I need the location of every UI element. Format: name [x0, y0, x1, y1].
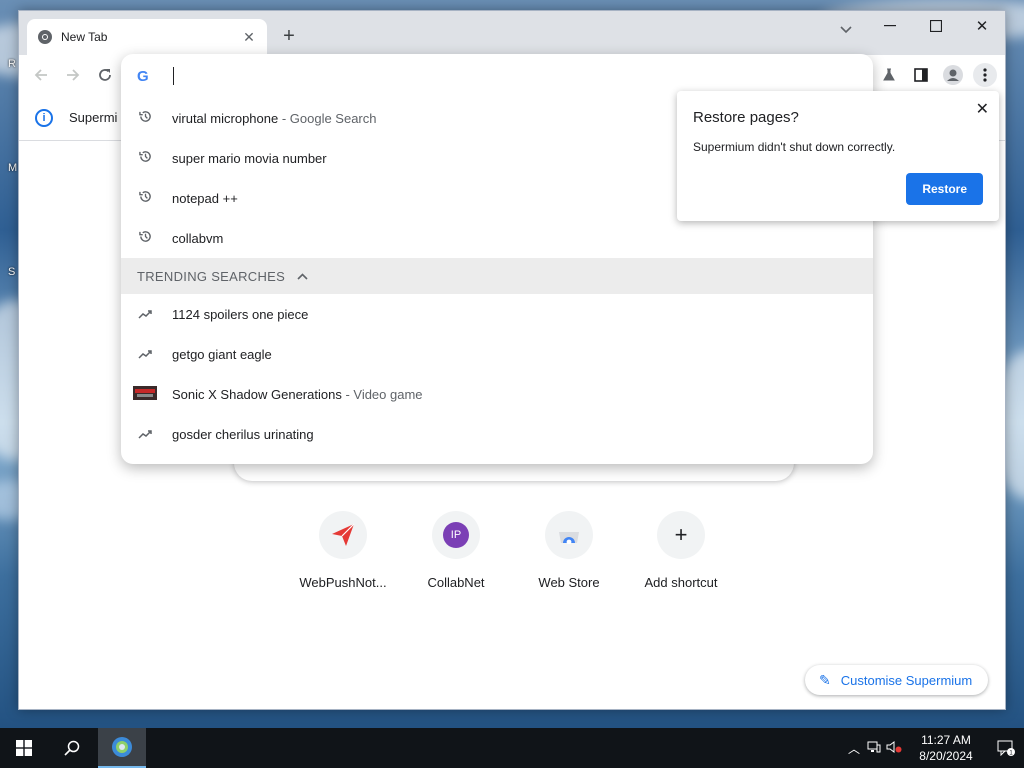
trending-row[interactable]: gosder cherilus urinating: [121, 414, 873, 454]
history-icon: [137, 110, 153, 126]
suggestion-text: getgo giant eagle: [172, 346, 272, 362]
info-icon: i: [35, 108, 53, 127]
suggestion-text: Sonic X Shadow Generations - Video game: [172, 386, 423, 402]
trending-icon: [137, 307, 153, 322]
notification-center-icon[interactable]: 1: [988, 728, 1024, 768]
browser-window: New Tab ✕ + ✕ i Supermi WebPushNot... IP…: [18, 10, 1006, 710]
back-button[interactable]: [29, 63, 53, 87]
ip-badge: IP: [443, 522, 469, 548]
desktop-icon-label[interactable]: S: [8, 266, 15, 278]
shortcut-label: WebPushNot...: [299, 575, 387, 590]
windows-start-icon[interactable]: [0, 728, 48, 768]
restore-message: Supermium didn't shut down correctly.: [693, 140, 896, 154]
menu-kebab-icon[interactable]: [973, 63, 997, 87]
game-thumbnail: [133, 385, 157, 403]
side-panel-icon[interactable]: [909, 63, 933, 87]
infobar-text: Supermi: [69, 110, 118, 125]
history-icon: [137, 190, 153, 206]
shortcut-tile: +: [657, 511, 705, 559]
title-bar: New Tab ✕ + ✕: [19, 11, 1005, 55]
history-icon: [137, 150, 153, 166]
trending-icon: [137, 347, 153, 362]
paper-plane-icon: [332, 523, 355, 546]
text-caret: [173, 67, 174, 85]
volume-muted-icon[interactable]: [884, 740, 904, 756]
clock-time: 11:27 AM: [921, 733, 971, 747]
trending-header-label: TRENDING SEARCHES: [137, 268, 286, 284]
tab-search-chevron-icon[interactable]: [831, 17, 861, 43]
tab-new-tab[interactable]: New Tab ✕: [27, 19, 267, 55]
clock-date: 8/20/2024: [919, 749, 973, 763]
restore-pages-popup: Restore pages? Supermium didn't shut dow…: [677, 91, 999, 221]
customise-label: Customise Supermium: [840, 672, 973, 688]
tab-title: New Tab: [61, 30, 108, 44]
chevron-up-icon[interactable]: ︿: [844, 740, 864, 757]
customise-button[interactable]: ✎ Customise Supermium: [805, 665, 989, 695]
trending-row[interactable]: 1124 spoilers one piece: [121, 294, 873, 334]
tab-close-icon[interactable]: ✕: [241, 29, 257, 46]
restore-title: Restore pages?: [693, 109, 799, 126]
new-tab-button[interactable]: +: [277, 25, 301, 49]
maximize-button[interactable]: [913, 11, 959, 41]
shortcut-collabnet[interactable]: IP CollabNet: [400, 511, 512, 590]
desktop-icon-label[interactable]: M: [8, 162, 17, 174]
history-icon: [137, 230, 153, 246]
chrome-icon: [38, 30, 52, 44]
trending-suggestions: 1124 spoilers one piece getgo giant eagl…: [121, 294, 873, 454]
suggestion-text: collabvm: [172, 230, 224, 246]
shortcut-label: Web Store: [538, 575, 600, 590]
suggestion-text: super mario movia number: [172, 150, 327, 166]
trending-row[interactable]: Sonic X Shadow Generations - Video game: [121, 374, 873, 414]
close-window-button[interactable]: ✕: [959, 11, 1005, 41]
trending-icon: [137, 427, 153, 442]
pencil-icon: ✎: [819, 671, 831, 688]
network-icon[interactable]: [864, 741, 884, 756]
shortcut-add[interactable]: + Add shortcut: [625, 511, 737, 590]
system-tray: ︿ 11:27 AM 8/20/2024 1: [844, 728, 1024, 768]
shortcut-label: CollabNet: [427, 575, 485, 590]
google-icon: G: [137, 67, 149, 85]
taskbar: ︿ 11:27 AM 8/20/2024 1: [0, 728, 1024, 768]
close-icon[interactable]: ✕: [976, 99, 989, 119]
supermium-taskbar-icon[interactable]: [98, 728, 146, 768]
labs-flask-icon[interactable]: [877, 63, 901, 87]
shortcut-label: Add shortcut: [644, 575, 718, 590]
suggestion-row[interactable]: collabvm: [121, 218, 873, 258]
minimize-button[interactable]: [867, 11, 913, 41]
shortcut-tile: [319, 511, 367, 559]
desktop-icon-label[interactable]: R: [8, 58, 16, 70]
clock[interactable]: 11:27 AM 8/20/2024: [910, 732, 982, 764]
web-store-icon: [559, 532, 579, 544]
trending-row[interactable]: getgo giant eagle: [121, 334, 873, 374]
shortcut-tile: [545, 511, 593, 559]
shortcut-tile: IP: [432, 511, 480, 559]
chevron-up-icon[interactable]: [297, 269, 308, 283]
suggestion-text: notepad ++: [172, 190, 238, 206]
forward-button[interactable]: [61, 63, 85, 87]
trending-header[interactable]: TRENDING SEARCHES: [121, 258, 873, 294]
shortcut-web-store[interactable]: Web Store: [513, 511, 625, 590]
profile-avatar-icon[interactable]: [941, 63, 965, 87]
plus-icon: +: [674, 522, 688, 547]
search-icon[interactable]: [48, 728, 96, 768]
reload-button[interactable]: [93, 63, 117, 87]
restore-button[interactable]: Restore: [906, 173, 983, 205]
suggestion-text: gosder cherilus urinating: [172, 426, 314, 442]
suggestion-text: 1124 spoilers one piece: [172, 306, 309, 322]
suggestion-text: virutal microphone - Google Search: [172, 110, 377, 126]
shortcut-webpushnot[interactable]: WebPushNot...: [287, 511, 399, 590]
